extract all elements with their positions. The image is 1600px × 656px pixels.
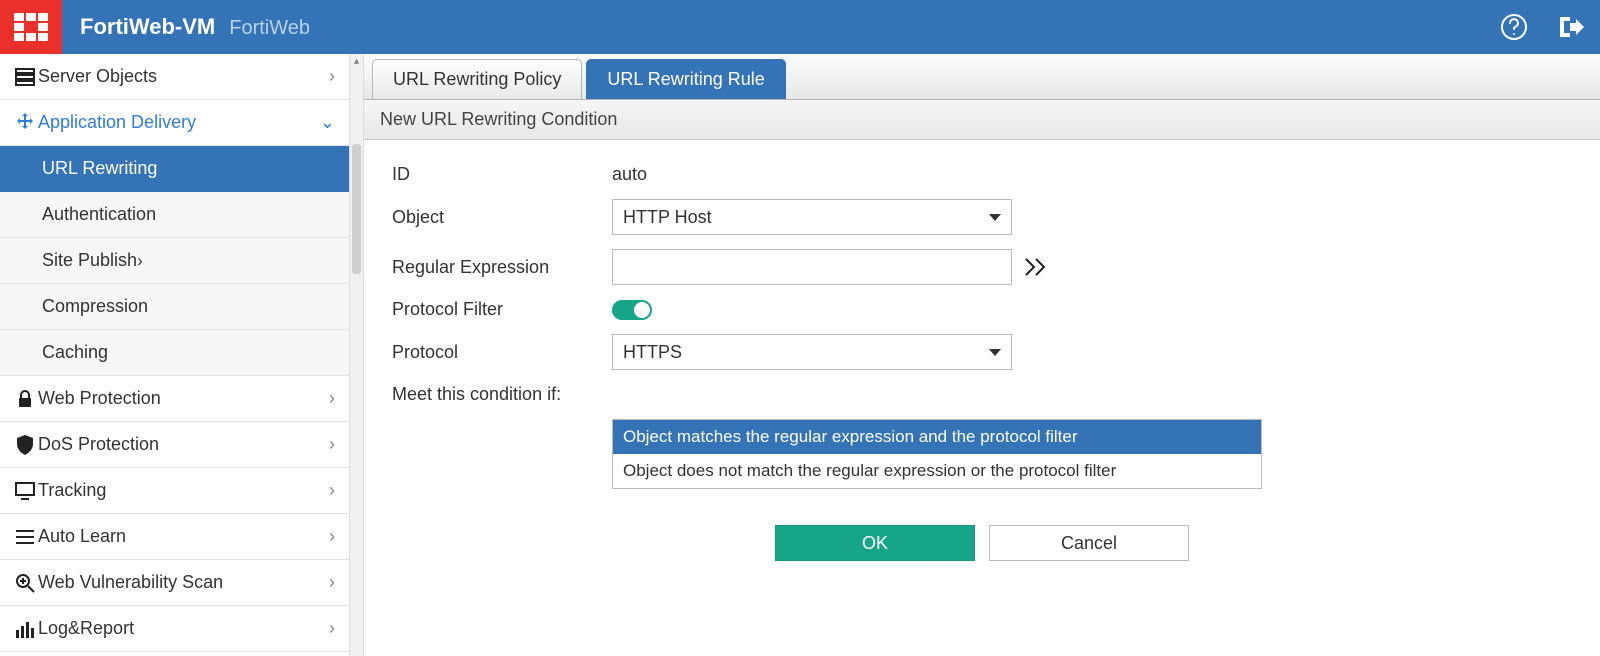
monitor-icon [12,482,38,500]
caret-down-icon [989,214,1001,221]
label-protocol-filter: Protocol Filter [392,299,612,320]
sidebar-item-label: Compression [42,296,148,317]
chevron-down-icon: ⌄ [320,112,335,133]
scroll-thumb[interactable] [352,144,361,274]
value-id: auto [612,164,647,185]
lock-icon [12,390,38,408]
chevron-right-icon: › [137,251,143,271]
sidebar-item-label: Auto Learn [38,526,329,547]
sidebar-item-label: Log&Report [38,618,329,639]
ok-button[interactable]: OK [775,525,975,561]
sidebar-sub-caching[interactable]: Caching [0,330,349,376]
sidebar-item-label: Tracking [38,480,329,501]
label-protocol: Protocol [392,342,612,363]
sidebar-sub-compression[interactable]: Compression [0,284,349,330]
sidebar-sub-site-publish[interactable]: Site Publish › [0,238,349,284]
chevron-right-icon: › [329,480,335,501]
label-regex: Regular Expression [392,257,612,278]
sidebar-scrollbar[interactable]: ▴ [350,54,364,656]
tab-url-rewriting-policy[interactable]: URL Rewriting Policy [372,59,582,99]
sidebar-item-label: Web Protection [38,388,329,409]
expand-icon[interactable] [1022,255,1050,279]
protocol-select[interactable]: HTTPS [612,334,1012,370]
tab-label: URL Rewriting Rule [607,69,764,90]
regex-input[interactable] [612,249,1012,285]
caret-down-icon [989,349,1001,356]
chevron-right-icon: › [329,526,335,547]
sidebar-item-log-report[interactable]: Log&Report › [0,606,349,652]
sidebar-item-label: Caching [42,342,108,363]
sidebar-item-label: Application Delivery [38,112,320,133]
chevron-right-icon: › [329,388,335,409]
condition-option-not-match[interactable]: Object does not match the regular expres… [613,454,1261,488]
scan-icon [12,573,38,593]
sidebar-item-label: Authentication [42,204,156,225]
scroll-up-icon: ▴ [350,54,363,67]
sidebar-item-label: URL Rewriting [42,158,157,179]
chevron-right-icon: › [329,572,335,593]
product-name: FortiWeb-VM [80,14,215,40]
logout-icon[interactable] [1556,13,1584,41]
sidebar-item-web-vulnerability-scan[interactable]: Web Vulnerability Scan › [0,560,349,606]
condition-option-label: Object matches the regular expression an… [623,427,1078,447]
brand-logo [0,0,62,54]
protocol-select-value: HTTPS [623,342,989,363]
section-title: New URL Rewriting Condition [380,109,617,130]
move-icon [12,113,38,133]
shield-icon [12,435,38,455]
chevron-right-icon: › [329,66,335,87]
sidebar-item-web-protection[interactable]: Web Protection › [0,376,349,422]
sidebar-item-tracking[interactable]: Tracking › [0,468,349,514]
condition-option-list: Object matches the regular expression an… [612,419,1262,489]
sidebar: Server Objects › Application Delivery ⌄ … [0,54,350,656]
tab-url-rewriting-rule[interactable]: URL Rewriting Rule [586,59,785,99]
sidebar-item-label: Site Publish [42,250,137,271]
object-select-value: HTTP Host [623,207,989,228]
chart-icon [12,620,38,638]
label-meet-condition: Meet this condition if: [392,384,561,405]
sidebar-sub-authentication[interactable]: Authentication [0,192,349,238]
object-select[interactable]: HTTP Host [612,199,1012,235]
tab-label: URL Rewriting Policy [393,69,561,90]
top-bar: FortiWeb-VM FortiWeb [0,0,1600,54]
server-icon [12,68,38,86]
button-label: OK [862,533,888,554]
cancel-button[interactable]: Cancel [989,525,1189,561]
help-icon[interactable] [1500,13,1528,41]
protocol-filter-toggle[interactable] [612,300,652,320]
button-label: Cancel [1061,533,1117,554]
list-icon [12,529,38,545]
sidebar-item-application-delivery[interactable]: Application Delivery ⌄ [0,100,349,146]
sidebar-item-server-objects[interactable]: Server Objects › [0,54,349,100]
sidebar-item-auto-learn[interactable]: Auto Learn › [0,514,349,560]
sidebar-item-label: Web Vulnerability Scan [38,572,329,593]
condition-option-label: Object does not match the regular expres… [623,461,1116,481]
chevron-right-icon: › [329,434,335,455]
product-subtitle: FortiWeb [229,17,310,40]
condition-option-match[interactable]: Object matches the regular expression an… [613,420,1261,454]
sidebar-sub-url-rewriting[interactable]: URL Rewriting [0,146,349,192]
sidebar-item-label: DoS Protection [38,434,329,455]
label-object: Object [392,207,612,228]
sidebar-item-dos-protection[interactable]: DoS Protection › [0,422,349,468]
sidebar-item-label: Server Objects [38,66,329,87]
chevron-right-icon: › [329,618,335,639]
label-id: ID [392,164,612,185]
tab-strip: URL Rewriting Policy URL Rewriting Rule [364,54,1600,100]
section-header: New URL Rewriting Condition [364,100,1600,140]
